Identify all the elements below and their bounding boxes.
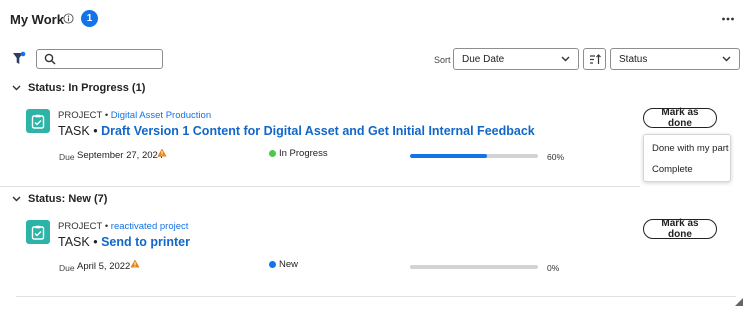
search-field[interactable] <box>36 49 163 69</box>
due-date: April 5, 2022 <box>77 261 131 272</box>
task-line: TASK • Draft Version 1 Content for Digit… <box>58 124 535 138</box>
project-link[interactable]: reactivated project <box>111 221 189 232</box>
group-divider <box>0 186 640 187</box>
warning-icon <box>157 148 167 157</box>
task-line: TASK • Send to printer <box>58 235 190 249</box>
mark-done-menu: Done with my part Complete <box>643 134 731 182</box>
status-filter-select[interactable]: Status <box>610 48 740 70</box>
due-date: September 27, 2024 <box>77 150 164 161</box>
more-horizontal-icon[interactable] <box>721 12 735 26</box>
filter-icon[interactable] <box>12 51 26 67</box>
info-icon[interactable] <box>63 13 74 24</box>
due-label: Due <box>59 263 75 273</box>
progress-fill <box>410 154 487 158</box>
project-prefix: PROJECT <box>58 110 103 121</box>
chevron-down-icon <box>722 56 731 62</box>
task-prefix: TASK <box>58 235 90 249</box>
project-prefix: PROJECT <box>58 221 103 232</box>
resize-handle-icon[interactable] <box>735 298 743 306</box>
status-dot <box>269 150 276 157</box>
progress-percent: 0% <box>547 263 560 273</box>
progress-bar <box>410 265 538 269</box>
list-bottom-divider <box>16 296 736 297</box>
mark-as-done-button[interactable]: Mark as done <box>643 218 717 240</box>
sort-order-icon <box>590 54 601 64</box>
progress-bar <box>410 154 538 158</box>
warning-icon <box>130 259 140 268</box>
sort-label: Sort <box>434 55 451 65</box>
search-icon <box>44 53 56 65</box>
task-name-link[interactable]: Send to printer <box>101 235 190 249</box>
due-label: Due <box>59 152 75 162</box>
project-link[interactable]: Digital Asset Production <box>111 110 211 121</box>
page-title: My Work <box>10 12 64 27</box>
status-text: In Progress <box>279 148 328 159</box>
project-line: PROJECT • Digital Asset Production <box>58 110 212 121</box>
task-name-link[interactable]: Draft Version 1 Content for Digital Asse… <box>101 124 535 138</box>
chevron-down-icon <box>561 56 570 62</box>
notification-count-badge: 1 <box>81 10 98 27</box>
progress-percent: 60% <box>547 152 565 162</box>
menu-item-done-with-my-part[interactable]: Done with my part <box>652 143 729 154</box>
menu-item-complete[interactable]: Complete <box>652 164 693 175</box>
chevron-down-icon[interactable] <box>12 196 21 202</box>
mark-as-done-button[interactable]: Mark as done <box>643 107 717 129</box>
chevron-down-icon[interactable] <box>12 85 21 91</box>
search-input[interactable] <box>61 52 157 66</box>
sort-order-button[interactable] <box>583 48 606 70</box>
status-dot <box>269 261 276 268</box>
task-clipboard-icon <box>26 109 50 133</box>
group-header-new[interactable]: Status: New (7) <box>28 193 107 205</box>
sort-select[interactable]: Due Date <box>453 48 579 70</box>
status-text: New <box>279 259 299 270</box>
project-line: PROJECT • reactivated project <box>58 221 189 232</box>
group-header-in-progress[interactable]: Status: In Progress (1) <box>28 82 145 94</box>
task-clipboard-icon <box>26 220 50 244</box>
task-prefix: TASK <box>58 124 90 138</box>
status-selected-value: Status <box>619 54 648 65</box>
sort-selected-value: Due Date <box>462 54 505 65</box>
